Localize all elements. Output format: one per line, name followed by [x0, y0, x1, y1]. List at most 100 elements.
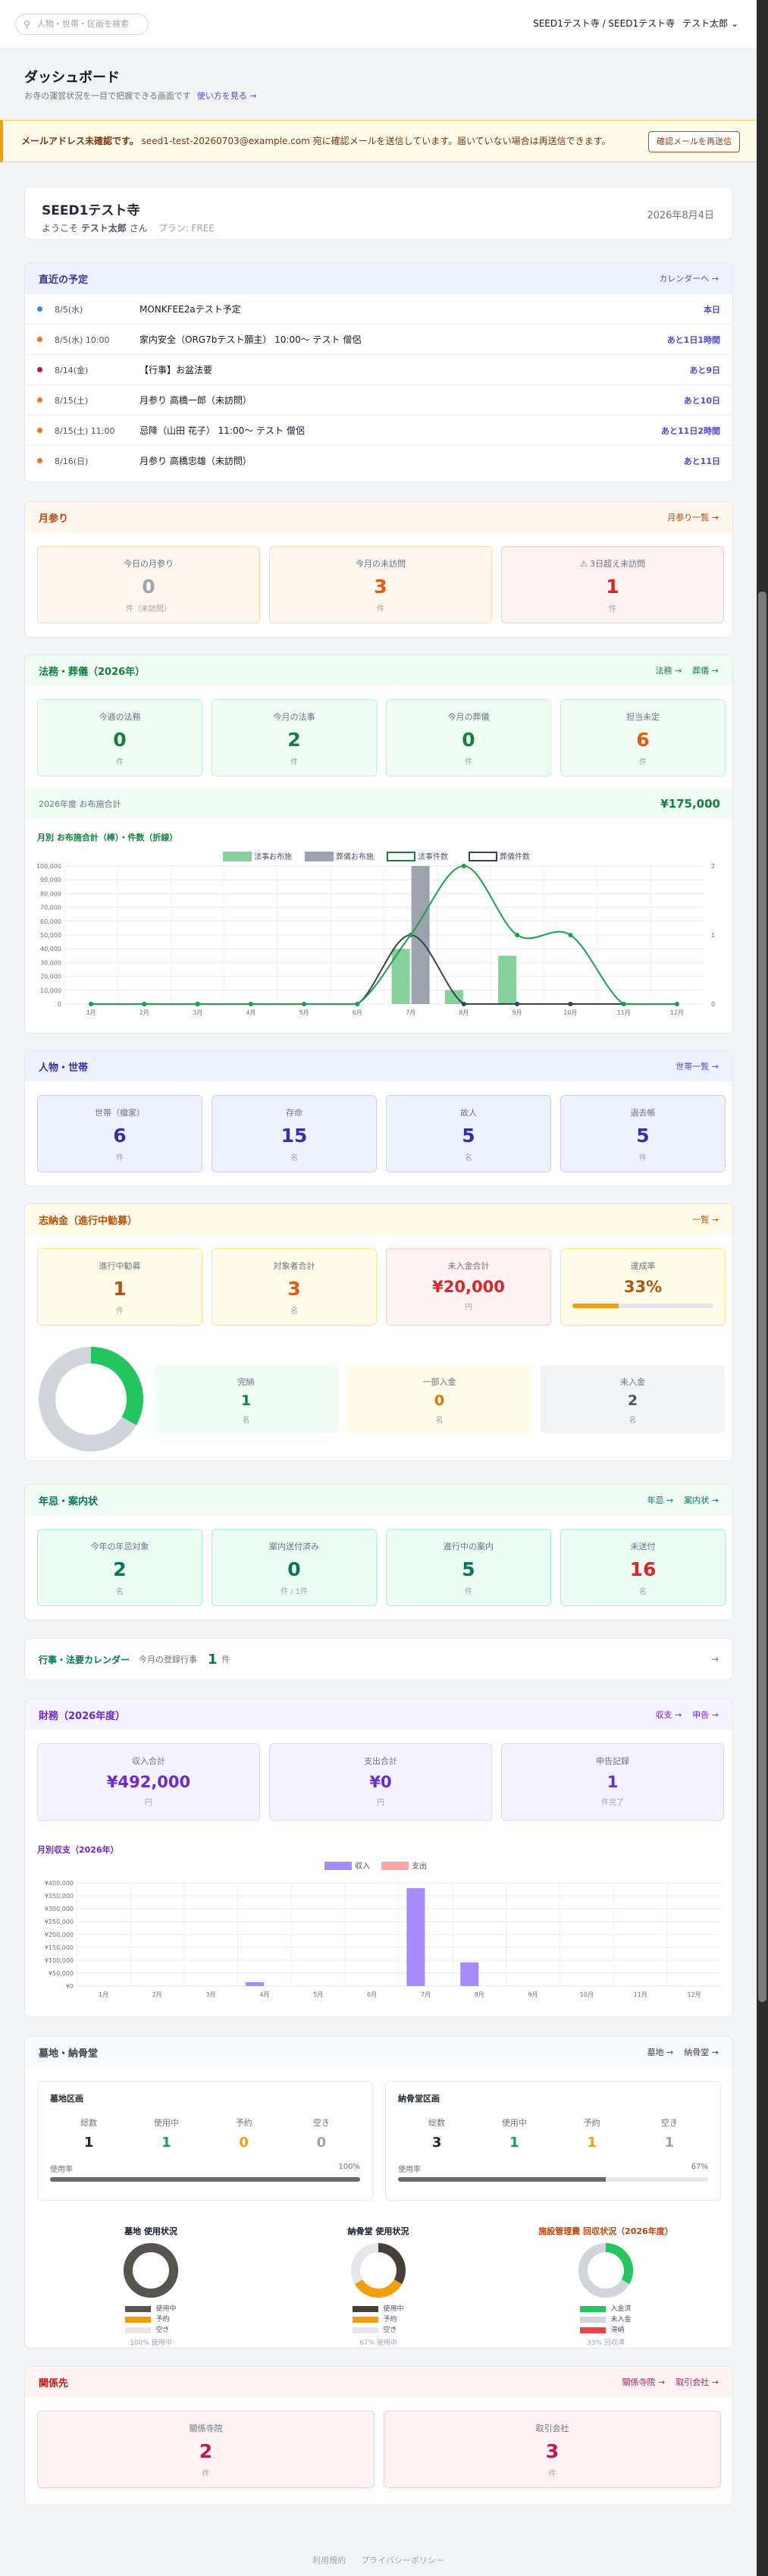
page-subtitle: お寺の運営状況を一目で把握できる画面です — [24, 91, 191, 101]
ledger-link[interactable]: 収支 → — [656, 1710, 682, 1720]
grave-plots-box[interactable]: 墓地区画 総数 1 使用中 1 予約 0 空き 0 使用率 100% — [37, 2081, 373, 2201]
household-list-link[interactable]: 世帯一覧 → — [676, 1060, 719, 1072]
resend-email-button[interactable]: 確認メールを再送信 — [648, 131, 740, 152]
stat-kakocho[interactable]: 過去帳 5 件 — [560, 1095, 726, 1172]
stat-partial-paid[interactable]: 一部入金 0 名 — [347, 1365, 531, 1433]
stat-related-temples[interactable]: 關係寺院 2 件 — [37, 2411, 375, 2488]
people-stats: 世帯（檀家） 6 件 存命 15 名 故人 5 名 過去帳 5 件 — [37, 1095, 726, 1172]
stat-invitations-active[interactable]: 進行中の案内 5 件 — [386, 1529, 551, 1606]
y-tick-label: ¥400,000 — [45, 1880, 74, 1887]
calendar-arrow-icon[interactable]: → — [711, 1654, 719, 1665]
event-row[interactable]: 8/14(金) 【行事】お盆法要 あと9日 — [25, 354, 732, 384]
stat-achievement-rate[interactable]: 達成率 33% — [560, 1248, 726, 1326]
calendar-count: 1 — [208, 1651, 218, 1668]
nenki-title: 年忌・案内状 — [39, 1495, 99, 1508]
y2-tick-label: 1 — [711, 932, 715, 939]
y-tick-label: 20,000 — [40, 974, 61, 981]
x-tick-label: 9月 — [513, 1009, 522, 1016]
stat-unpaid[interactable]: 未入金 2 名 — [541, 1365, 725, 1433]
stat-unsent[interactable]: 未送付 16 名 — [560, 1529, 726, 1606]
y2-tick-label: 0 — [711, 1001, 715, 1008]
grave-donut-block: 施設管理費 回収状況（2026年度） 入金済 未入金 滞納 33% 回収済 — [538, 2226, 673, 2347]
calendar-link[interactable]: カレンダーへ → — [659, 272, 719, 284]
x-tick-label: 1月 — [99, 1991, 108, 1998]
terms-link[interactable]: 利用規約 — [312, 2556, 346, 2565]
finance-card: 財務（2026年度） 収支 → 申告 → 収入合計 ¥492,000 円 支出合計 ¥0 円… — [24, 1699, 733, 2017]
stat-unpaid-total[interactable]: 未入金合計 ¥20,000 円 — [386, 1248, 551, 1326]
legend-label: 法事お布施 — [254, 852, 292, 861]
bar-hoji — [498, 955, 517, 1004]
grave-card: 墓地・納骨堂 墓地 → 納骨堂 → 墓地区画 総数 1 使用中 1 予約 0 空き 0 使用… — [24, 2036, 733, 2349]
related-temples-link[interactable]: 關係寺院 → — [622, 2377, 666, 2387]
tax-filing-link[interactable]: 申告 → — [692, 1710, 719, 1720]
funeral-link[interactable]: 葬儀 → — [692, 666, 719, 676]
legend-swatch — [387, 852, 415, 861]
stat-paid-full[interactable]: 完納 1 名 — [154, 1365, 338, 1433]
event-row[interactable]: 8/16(日) 月参り 高橋忠雄（未訪問） あと11日 — [25, 445, 732, 475]
y2-tick-label: 2 — [711, 863, 715, 870]
stat-living[interactable]: 存命 15 名 — [212, 1095, 377, 1172]
org-user-menu[interactable]: SEED1テスト寺 / SEED1テスト寺 テスト太郎 ⌄ — [533, 17, 738, 30]
plan-badge: プラン: FREE — [158, 223, 215, 234]
usage-donut — [124, 2243, 178, 2298]
stat-nenki-targets[interactable]: 今年の年忌対象 2 名 — [37, 1529, 202, 1606]
x-tick-label: 8月 — [459, 1009, 469, 1016]
stat-invitations-sent[interactable]: 案内送付済み 0 件 / 1件 — [212, 1529, 377, 1606]
stat-active-campaigns[interactable]: 進行中勧募 1 件 — [37, 1248, 202, 1326]
top-bar: ⚲ 人物・世帯・区画を検索 SEED1テスト寺 / SEED1テスト寺 テスト太郎 … — [0, 0, 757, 49]
stat-target-total[interactable]: 対象者合計 3 名 — [212, 1248, 377, 1326]
event-row[interactable]: 8/5(水) MONKFEE2aテスト予定 本日 — [25, 293, 732, 324]
y-tick-label: 0 — [58, 1001, 61, 1008]
stat-expense-total[interactable]: 支出合計 ¥0 円 — [269, 1743, 492, 1821]
stat-week-hoji[interactable]: 今週の法務 0 件 — [37, 699, 202, 777]
x-tick-label: 8月 — [475, 1991, 484, 1998]
columbarium-plots-box[interactable]: 納骨堂区画 総数 3 使用中 1 予約 1 空き 1 使用率 67% — [385, 2081, 721, 2201]
x-tick-label: 2月 — [139, 1009, 149, 1016]
event-row[interactable]: 8/5(水) 10:00 家内安全（ORG7bテスト願主） 10:00〜 テスト … — [25, 324, 732, 354]
event-row[interactable]: 8/15(土) 11:00 忌降（山田 花子） 11:00〜 テスト 僧侶 あと11… — [25, 415, 732, 445]
stat-unassigned[interactable]: 担当未定 6 件 — [560, 699, 726, 777]
upcoming-title: 直近の予定 — [39, 274, 89, 286]
stat-deceased[interactable]: 故人 5 名 — [386, 1095, 551, 1172]
stat-tax-records[interactable]: 申告記録 1 件完了 — [501, 1743, 724, 1821]
hoji-count-point — [89, 1002, 94, 1006]
x-tick-label: 5月 — [299, 1009, 309, 1016]
legend-swatch — [223, 852, 252, 861]
hoji-stats: 今週の法務 0 件 今月の法事 2 件 今月の葬儀 0 件 担当未定 6 件 — [37, 699, 726, 777]
hoji-link[interactable]: 法務 → — [656, 666, 682, 676]
calendar-title: 行事・法要カレンダー — [39, 1654, 130, 1665]
stat-income-total[interactable]: 収入合計 ¥492,000 円 — [37, 1743, 260, 1821]
scrollbar-thumb[interactable] — [758, 591, 766, 2002]
columbarium-link[interactable]: 納骨堂 → — [684, 2047, 719, 2057]
events-calendar-card[interactable]: 行事・法要カレンダー 今月の登録行事 1 件 → — [24, 1638, 733, 1680]
upcoming-card: 直近の予定 カレンダーへ → 8/5(水) MONKFEE2aテスト予定 本日 8/5(… — [24, 262, 733, 482]
invitation-link[interactable]: 案内状 → — [684, 1495, 719, 1505]
search-input[interactable]: ⚲ 人物・世帯・区画を検索 — [15, 14, 149, 35]
stat-month-hoji[interactable]: 今月の法事 2 件 — [212, 699, 377, 777]
hoji-card: 法務・葬儀（2026年） 法務 → 葬儀 → 今週の法務 0 件 今月の法事 2 件 今月の… — [24, 654, 733, 1034]
vendors-link[interactable]: 取引会社 → — [676, 2377, 719, 2387]
stat-today-visits[interactable]: 今日の月参り 0 件（未訪問） — [37, 546, 260, 623]
privacy-link[interactable]: プライバシーポリシー — [361, 2556, 444, 2565]
y-tick-label: ¥350,000 — [45, 1893, 74, 1900]
event-row[interactable]: 8/15(土) 月参り 高橋一郎（未訪問） あと10日 — [25, 384, 732, 415]
help-link[interactable]: 使い方を見る → — [197, 91, 257, 101]
welcome-card: SEED1テスト寺 ようこそ テスト太郎 さん プラン: FREE 2026年8月… — [24, 187, 733, 240]
monthly-list-link[interactable]: 月参り一覧 → — [667, 511, 719, 523]
nenki-link[interactable]: 年忌 → — [647, 1495, 674, 1505]
y-tick-label: 70,000 — [40, 905, 61, 911]
legend-label: 葬儀お布施 — [336, 852, 374, 861]
stat-overdue-unvisited[interactable]: ⚠ 3日超え未訪問 1 件 — [501, 546, 724, 623]
legend-swatch-icon — [125, 2327, 152, 2333]
y-tick-label: ¥150,000 — [45, 1944, 74, 1951]
donation-sub-stats: 完納 1 名 一部入金 0 名 未入金 2 名 — [154, 1365, 725, 1433]
stat-month-unvisited[interactable]: 今月の未訪問 3 件 — [269, 546, 492, 623]
stat-month-funeral[interactable]: 今月の葬儀 0 件 — [386, 699, 551, 777]
stat-households[interactable]: 世帯（檀家） 6 件 — [37, 1095, 202, 1172]
hoji-count-point — [408, 933, 413, 937]
stat-vendors[interactable]: 取引会社 3 件 — [384, 2411, 721, 2488]
grave-link[interactable]: 墓地 → — [647, 2047, 674, 2057]
donation-list-link[interactable]: 一覧 → — [692, 1213, 719, 1225]
donut-slice — [378, 2243, 406, 2284]
finance-title: 財務（2026年度） — [39, 1710, 126, 1722]
